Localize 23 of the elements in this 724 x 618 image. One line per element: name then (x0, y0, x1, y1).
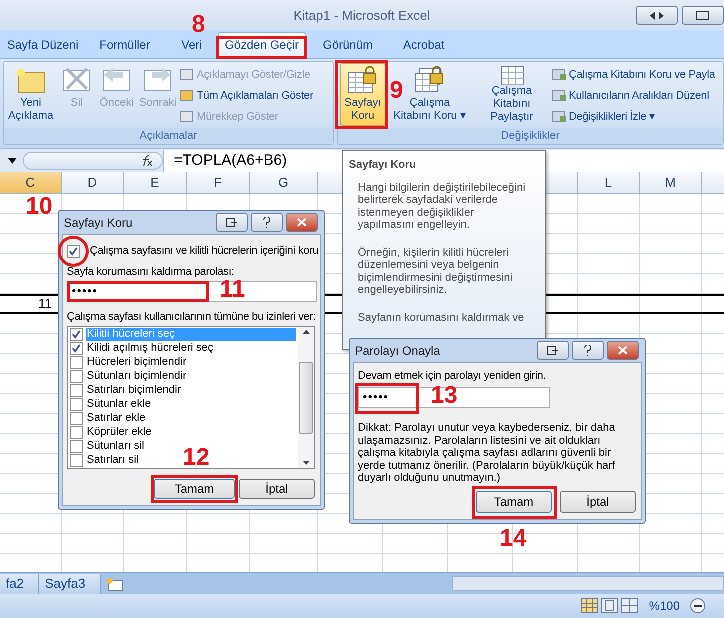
tooltip-text: Hangi bilgilerin değiştirilebileceğini belirterek sayfadaki verilerde istenmeyen değişiklikler yapılmasını engelleyin. (358, 182, 527, 232)
tooltip-text: Örneğin, kişilerin kilitli hücreleri düzenlemesini veya belgenin biçimlendirmesini değiştirmesini engelleyebilirsiniz. (358, 247, 514, 296)
step-number: 12 (183, 447, 210, 469)
step-number: 11 (220, 279, 246, 301)
group-title: Açıklamalar (4, 128, 333, 144)
prompt-text: Devam etmek için parolayı yeniden girin. (358, 370, 546, 383)
dialog-title: Sayfayı Koru (64, 216, 134, 230)
zoom-level: %100 (649, 599, 680, 613)
step-number: 14 (500, 528, 527, 550)
window-title: Kitap1 - Microsoft Excel (294, 8, 430, 22)
dialog-title: Parolayı Onayla (355, 344, 442, 358)
step-number: 13 (431, 385, 458, 407)
permissions-label: Çalışma sayfası kullanıcılarının tümüne bu izinleri ver: (67, 311, 316, 324)
warning-text: Dikkat: Parolayı unutur veya kaybederseniz, bir daha ulaşamazsınız. Parolaların listesini ve ait oldukları çalışma kitabıyla çalışma sayfası adlarını güvenli bir yerde tutmanız önerilir. (Parolaların büyük/küçük harf duyarlı olduğunu unutmayın.) (358, 422, 616, 485)
cell-value: 11 (38, 296, 52, 311)
tooltip-text: Sayfanın korumasını kaldırmak ve (358, 312, 526, 325)
step-number: 8 (192, 14, 206, 36)
checkbox-label: Çalışma sayfasını ve kilitli hücrelerin içeriğini koru (90, 245, 319, 258)
step-number: 10 (26, 196, 53, 218)
tooltip-title: Sayfayı Koru (348, 158, 418, 172)
group-title: Değişiklikler (338, 128, 723, 144)
password-label: Sayfa korumasını kaldırma parolası: (67, 266, 234, 279)
step-number: 9 (390, 80, 404, 102)
